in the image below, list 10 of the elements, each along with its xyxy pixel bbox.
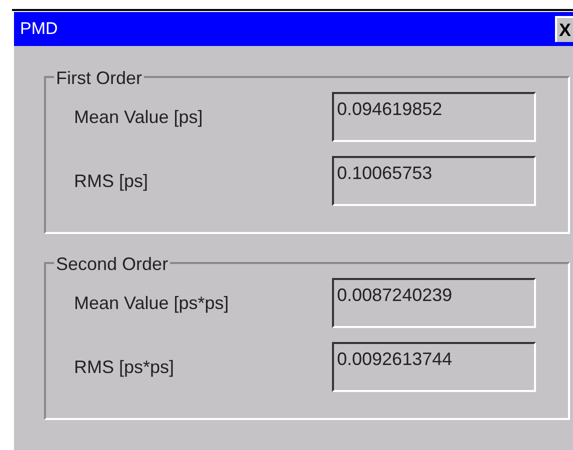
close-button[interactable]: X: [555, 16, 573, 42]
value-field[interactable]: 0.0092613744: [332, 342, 536, 392]
field-label: RMS [ps*ps]: [74, 356, 176, 379]
field-label: Mean Value [ps]: [74, 106, 204, 129]
value-field[interactable]: 0.0087240239: [332, 278, 536, 328]
window-title: PMD: [20, 18, 58, 40]
field-label: Mean Value [ps*ps]: [74, 292, 230, 315]
value-field[interactable]: 0.10065753: [332, 156, 536, 206]
value-field[interactable]: 0.094619852: [332, 92, 536, 142]
field-label: RMS [ps]: [74, 170, 150, 193]
